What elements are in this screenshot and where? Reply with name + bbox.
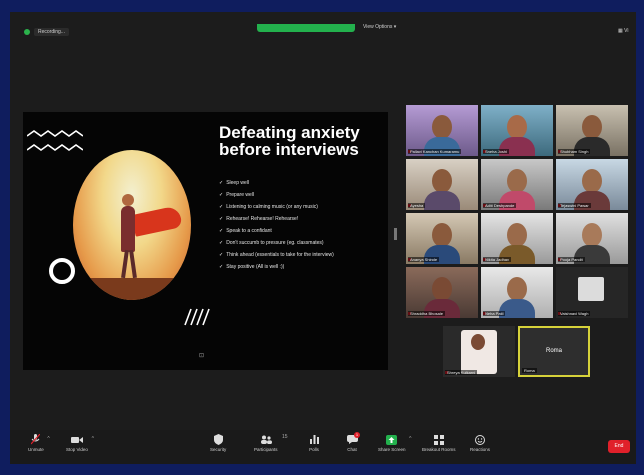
check-icon: ✓ bbox=[219, 252, 224, 258]
participant-tile[interactable]: Vaishnavi Wagh bbox=[556, 267, 628, 318]
ring-decoration-icon bbox=[49, 258, 75, 284]
participant-name: Ayesha bbox=[408, 203, 426, 208]
shield-icon bbox=[212, 434, 224, 445]
chevron-up-icon[interactable]: ^ bbox=[409, 436, 411, 442]
reactions-button[interactable]: Reactions bbox=[470, 434, 490, 452]
chevron-up-icon[interactable]: ^ bbox=[92, 436, 94, 442]
zigzag-decoration-icon bbox=[27, 130, 83, 151]
superhero-image bbox=[73, 150, 191, 300]
participant-name: Ananya Shinde bbox=[408, 257, 440, 262]
participant-name: Aditi Deshpande bbox=[483, 203, 517, 208]
participant-name: Roma bbox=[522, 368, 537, 373]
chat-unread-badge: 1 bbox=[354, 432, 360, 438]
participant-tile[interactable]: Nikita Jadhav bbox=[481, 213, 553, 264]
view-label: Vi bbox=[624, 28, 629, 34]
slide-bullet: ✓ Sleep well bbox=[219, 180, 249, 186]
participant-name: Sneha Joshi bbox=[483, 149, 510, 154]
recording-indicator[interactable]: Recording... bbox=[24, 28, 69, 36]
participant-tile[interactable]: Ayesha bbox=[406, 159, 478, 210]
participant-tile[interactable]: Aditi Deshpande bbox=[481, 159, 553, 210]
participant-name: Shubham Singh bbox=[558, 149, 591, 154]
participant-name: Vaishnavi Wagh bbox=[558, 311, 591, 316]
participant-name: Pooja Pandit bbox=[558, 257, 585, 262]
slide-title-line1: Defeating anxiety bbox=[219, 123, 360, 142]
view-button[interactable]: ▦ Vi bbox=[618, 28, 628, 34]
end-meeting-button[interactable]: End bbox=[608, 440, 630, 453]
slide-bullet: ✓ Don't succumb to pressure (eg. classmat… bbox=[219, 240, 324, 246]
meeting-controls-toolbar: Unmute ^ Stop Video ^ Security Participa… bbox=[10, 430, 636, 464]
grid-icon: ▦ bbox=[618, 28, 623, 34]
check-icon: ✓ bbox=[219, 240, 224, 246]
participant-tile[interactable]: Shubham Singh bbox=[556, 105, 628, 156]
participants-count: 15 bbox=[281, 434, 288, 440]
chat-button[interactable]: 1 Chat bbox=[346, 432, 360, 452]
participant-tile[interactable]: Ananya Shinde bbox=[406, 213, 478, 264]
unmute-button[interactable]: Unmute ^ bbox=[28, 434, 50, 452]
slide-bullet: ✓ Rehearse! Rehearse! Rehearse! bbox=[219, 216, 299, 222]
screen-share-banner[interactable] bbox=[257, 24, 355, 32]
view-options-button[interactable]: View Options ▾ bbox=[363, 24, 396, 30]
participant-name: Tejaswini Pawar bbox=[558, 203, 591, 208]
view-options-label: View Options bbox=[363, 24, 393, 30]
resize-divider-handle[interactable] bbox=[394, 228, 397, 240]
slide-bullet: ✓ Listening to calming music (or any musi… bbox=[219, 204, 318, 210]
participant-name: Nikita Jadhav bbox=[483, 257, 512, 262]
shared-screen-slide: Defeating anxiety before interviews ✓ Sle… bbox=[23, 112, 388, 370]
stop-video-button[interactable]: Stop Video ^ bbox=[66, 434, 94, 452]
participant-tile[interactable]: Shreya Kulkarni bbox=[443, 326, 515, 377]
slide-bullet-list: ✓ Sleep well ✓ Prepare well ✓ Listening to … bbox=[219, 180, 384, 276]
check-icon: ✓ bbox=[219, 228, 224, 234]
participant-tile[interactable]: Pooja Pandit bbox=[556, 213, 628, 264]
slashes-decoration-icon bbox=[184, 308, 210, 326]
slide-bullet: ✓ Think ahead (essentials to take for the… bbox=[219, 252, 334, 258]
polls-button[interactable]: Polls bbox=[308, 434, 320, 452]
participant-name: Shraddha Bhosale bbox=[408, 311, 445, 316]
recording-dot-icon bbox=[24, 29, 30, 35]
chevron-down-icon: ▾ bbox=[393, 24, 397, 30]
people-icon bbox=[260, 434, 272, 445]
participant-tile[interactable]: Shraddha Bhosale bbox=[406, 267, 478, 318]
top-bar: Recording... View Options ▾ ▦ Vi bbox=[10, 12, 636, 42]
slide-bullet: ✓ Prepare well bbox=[219, 192, 254, 198]
participant-tile[interactable]: Sneha Joshi bbox=[481, 105, 553, 156]
breakout-rooms-button[interactable]: Breakout Rooms bbox=[422, 434, 456, 452]
slide-bullet: ✓ Stay positive (All is well :)) bbox=[219, 264, 285, 270]
participant-name: Pallavi Kanchan Kumaramu bbox=[408, 149, 462, 154]
check-icon: ✓ bbox=[219, 216, 224, 222]
slide-bullet: ✓ Speak to a confidant bbox=[219, 228, 272, 234]
mic-muted-icon bbox=[30, 434, 42, 445]
chat-bubble-icon: 1 bbox=[346, 432, 360, 445]
slide-title: Defeating anxiety before interviews bbox=[219, 124, 379, 158]
participant-tile[interactable]: Tejaswini Pawar bbox=[556, 159, 628, 210]
check-icon: ✓ bbox=[219, 204, 224, 210]
meeting-window: Recording... View Options ▾ ▦ Vi Defeati… bbox=[10, 12, 636, 464]
participant-name: Neha Patil bbox=[483, 311, 506, 316]
video-camera-icon bbox=[70, 434, 83, 445]
check-icon: ✓ bbox=[219, 264, 224, 270]
participant-tile[interactable]: Pallavi Kanchan Kumaramu bbox=[406, 105, 478, 156]
participant-name: Shreya Kulkarni bbox=[445, 370, 478, 375]
participants-button[interactable]: Participants 15 bbox=[254, 434, 288, 452]
security-button[interactable]: Security bbox=[210, 434, 226, 452]
active-speaker-name: Roma bbox=[545, 348, 562, 354]
bar-chart-icon bbox=[308, 434, 320, 445]
check-icon: ✓ bbox=[219, 192, 224, 198]
active-speaker-tile[interactable]: Roma Roma bbox=[518, 326, 590, 377]
check-icon: ✓ bbox=[219, 180, 224, 186]
breakout-grid-icon bbox=[433, 434, 445, 445]
share-screen-icon bbox=[386, 434, 398, 445]
participant-tile[interactable]: Neha Patil bbox=[481, 267, 553, 318]
slide-title-line2: before interviews bbox=[219, 140, 359, 159]
recording-label: Recording... bbox=[34, 28, 69, 36]
slide-nav-handle-icon[interactable]: ⊡ bbox=[199, 352, 204, 359]
emoji-icon bbox=[474, 434, 486, 445]
chevron-up-icon[interactable]: ^ bbox=[47, 436, 49, 442]
share-screen-button[interactable]: Share Screen ^ bbox=[378, 434, 412, 452]
